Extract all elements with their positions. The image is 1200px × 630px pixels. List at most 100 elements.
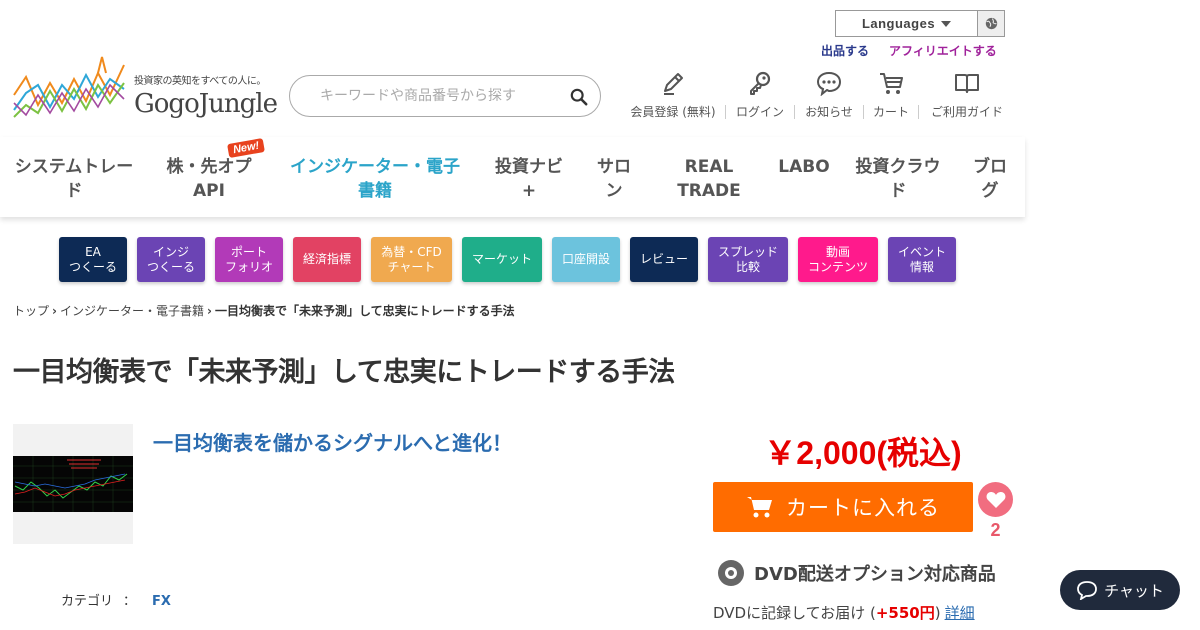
divider xyxy=(863,105,864,119)
divider xyxy=(794,105,795,119)
cart-icon xyxy=(880,73,903,94)
favorite-count: 2 xyxy=(990,520,1001,540)
nav-label-line2: ン xyxy=(605,181,623,201)
chat-button[interactable]: チャット xyxy=(1060,570,1180,610)
add-to-cart-label: カートに入れる xyxy=(786,496,940,520)
guide-link[interactable]: ご利用ガイド xyxy=(926,70,1008,122)
nav-label-line2: グ xyxy=(981,181,999,201)
languages-select[interactable]: Languages xyxy=(835,10,978,37)
nav-label-line2: + xyxy=(521,181,537,201)
logo-mark-icon xyxy=(13,56,125,118)
nav-label-line1: ブロ xyxy=(973,157,1007,177)
cat-market[interactable]: マーケット xyxy=(462,237,542,282)
cat-spread-compare[interactable]: スプレッド 比較 xyxy=(708,237,788,282)
nav-salon[interactable]: サロ ン xyxy=(592,155,636,203)
dvd-note-suffix: ) xyxy=(934,604,941,622)
affiliate-link[interactable]: アフィリエイトする xyxy=(889,42,997,59)
logo-tagline: 投資家の英知をすべての人に。 xyxy=(134,76,266,87)
category-label: カテゴリ xyxy=(61,594,114,609)
nav-real-trade[interactable]: REAL TRADE xyxy=(672,155,746,203)
new-badge: New! xyxy=(226,137,265,159)
nav-label-line2: TRADE xyxy=(677,181,741,201)
cat-inji-tsukuru[interactable]: インジ つくーる xyxy=(137,237,205,282)
heart-icon xyxy=(986,491,1005,508)
dvd-option-label: DVD配送オプション対応商品 xyxy=(754,564,996,585)
dvd-note: DVDに記録してお届け (+550円) 詳細 xyxy=(713,602,975,623)
breadcrumb-section[interactable]: インジケーター・電子書籍 xyxy=(60,304,204,318)
dvd-detail-link[interactable]: 詳細 xyxy=(945,604,975,622)
dvd-fee: +550円 xyxy=(875,604,935,622)
divider xyxy=(725,105,726,119)
cart-link[interactable]: カート xyxy=(871,70,911,122)
cart-label: カート xyxy=(872,105,909,119)
product-subtitle: 一目均衡表を儲かるシグナルへと進化！ xyxy=(153,431,512,455)
globe-icon xyxy=(985,17,997,30)
favorite-button[interactable] xyxy=(978,482,1013,517)
chevron-right-icon: › xyxy=(52,304,57,318)
news-label: お知らせ xyxy=(805,105,853,119)
search-input[interactable] xyxy=(320,85,560,107)
book-icon xyxy=(955,74,979,93)
category-row: カテゴリ ： FX xyxy=(61,590,171,609)
nav-label-line1: 投資ナビ xyxy=(495,157,563,177)
nav-label-line1: サロ xyxy=(597,157,631,177)
nav-investment-cloud[interactable]: 投資クラウ ド xyxy=(852,155,944,203)
divider xyxy=(918,105,919,119)
main-nav: システムトレー ド 株・先オプ API New! インジケーター・電子 書籍 投… xyxy=(0,137,1025,217)
page-title: 一目均衡表で「未来予測」して忠実にトレードする手法 xyxy=(13,357,675,388)
guide-label: ご利用ガイド xyxy=(930,105,1003,119)
nav-system-trade[interactable]: システムトレー ド xyxy=(10,155,138,203)
cat-portfolio[interactable]: ポート フォリオ xyxy=(215,237,283,282)
dvd-option-row: DVD配送オプション対応商品 xyxy=(717,559,996,587)
product-thumbnail[interactable] xyxy=(13,424,133,544)
category-colon: ： xyxy=(123,594,137,609)
chart-thumbnail-image xyxy=(13,456,133,512)
category-value-link[interactable]: FX xyxy=(152,594,171,609)
nav-label-line2: ド xyxy=(65,181,83,201)
logo[interactable]: 投資家の英知をすべての人に。 GogoJungle xyxy=(12,55,278,125)
nav-label-line2: 書籍 xyxy=(358,181,392,201)
chat-bubble-icon xyxy=(1077,581,1097,600)
cat-ea-tsukuru[interactable]: EA つくーる xyxy=(59,237,127,282)
key-icon xyxy=(750,71,771,95)
caret-down-icon xyxy=(941,20,952,27)
chevron-right-icon: › xyxy=(206,304,212,318)
login-link[interactable]: ログイン xyxy=(733,70,787,122)
header-icon-menu: 会員登録 (無料) ログイン お知らせ カート ご利用ガイド xyxy=(627,70,1007,122)
dvd-note-prefix: DVDに記録してお届け ( xyxy=(713,604,876,622)
languages-label: Languages xyxy=(861,16,936,31)
cat-video-content[interactable]: 動画 コンテンツ xyxy=(798,237,878,282)
nav-label-line1: 株・先オプ xyxy=(166,157,252,177)
nav-labo[interactable]: LABO xyxy=(776,155,832,179)
news-link[interactable]: お知らせ xyxy=(802,70,856,122)
search-icon[interactable] xyxy=(570,88,588,106)
breadcrumb: トップ › インジケーター・電子書籍 › 一目均衡表で「未来予測」して忠実にトレードする… xyxy=(13,302,515,319)
cat-review[interactable]: レビュー xyxy=(630,237,698,282)
nav-label-line1: システムトレー xyxy=(14,157,134,177)
chat-label: チャット xyxy=(1104,581,1164,600)
search-box xyxy=(289,75,601,117)
register-label: 会員登録 (無料) xyxy=(630,105,716,119)
login-label: ログイン xyxy=(735,105,784,119)
speech-bubble-icon xyxy=(816,71,842,96)
cat-event-info[interactable]: イベント 情報 xyxy=(888,237,956,282)
cat-account-opening[interactable]: 口座開設 xyxy=(552,237,620,282)
nav-stock-options-api[interactable]: 株・先オプ API New! xyxy=(160,137,265,203)
register-link[interactable]: 会員登録 (無料) xyxy=(627,70,719,122)
logo-name: GogoJungle xyxy=(134,89,278,119)
add-to-cart-button[interactable]: カートに入れる xyxy=(713,482,973,532)
breadcrumb-home[interactable]: トップ xyxy=(13,304,49,318)
pencil-icon xyxy=(664,73,683,95)
breadcrumb-current: 一目均衡表で「未来予測」して忠実にトレードする手法 xyxy=(214,304,515,318)
nav-label-line2: API xyxy=(193,181,225,201)
nav-indicator-ebook[interactable]: インジケーター・電子 書籍 xyxy=(284,155,466,203)
nav-investment-navi[interactable]: 投資ナビ + xyxy=(490,155,568,203)
nav-blog[interactable]: ブロ グ xyxy=(968,155,1012,203)
nav-label-line2: ド xyxy=(889,181,907,201)
listing-link[interactable]: 出品する xyxy=(821,42,869,59)
product-price: ￥2,000(税込) xyxy=(764,435,962,471)
cat-fx-cfd-chart[interactable]: 為替・CFD チャート xyxy=(371,237,452,282)
nav-label-line1: REAL xyxy=(684,157,734,177)
globe-button[interactable] xyxy=(977,10,1005,37)
cat-economic-indicators[interactable]: 経済指標 xyxy=(293,237,361,282)
